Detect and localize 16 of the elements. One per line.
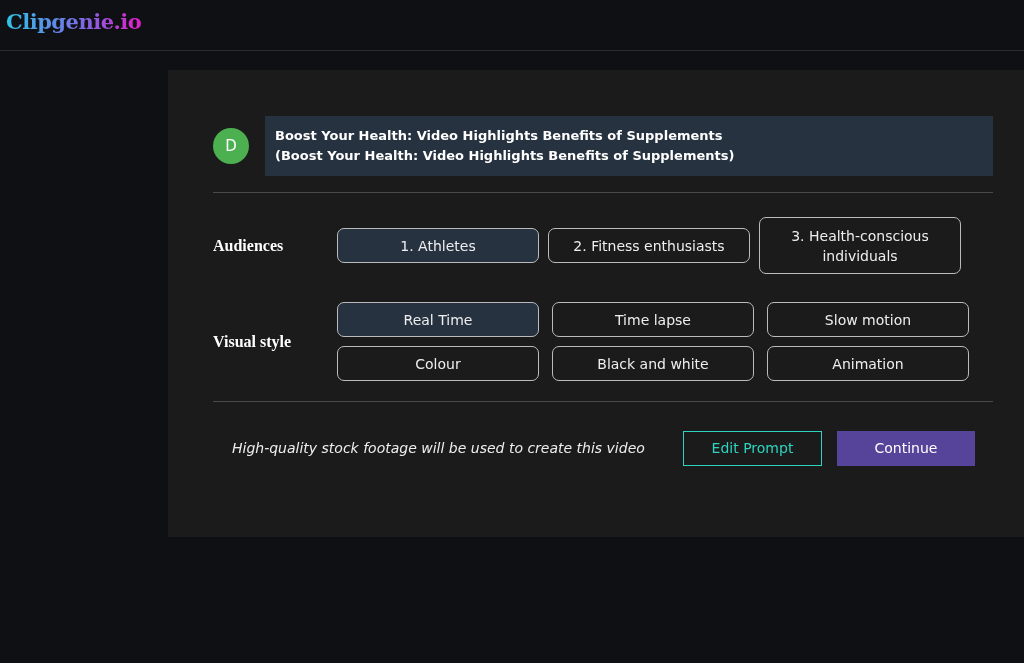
option-button[interactable]: Time lapse [552,302,754,337]
option-button[interactable]: Colour [337,346,539,381]
edit-button[interactable]: Edit Prompt [683,431,822,466]
visual-style-label: Visual style [213,331,293,353]
option-button[interactable]: Slow motion [767,302,969,337]
audiences-label: Audiences [213,235,285,256]
option-button[interactable]: 3. Health-conscious individuals [759,217,961,274]
option-button[interactable]: 1. Athletes [337,228,539,263]
option-button[interactable]: Animation [767,346,969,381]
option-button[interactable]: 2. Fitness enthusiasts [548,228,750,263]
option-button[interactable]: Black and white [552,346,754,381]
footer-note: High-quality stock footage will be used to create this video [232,439,645,458]
prompt-text: Boost Your Health: Video Highlights Benefits of Supplements (Boost Your Health: Video Highlights Benefits of Supplements) [265,116,993,176]
option-button[interactable]: Real Time [337,302,539,337]
continue-button[interactable]: Continue [837,431,975,466]
avatar: D [213,128,249,164]
